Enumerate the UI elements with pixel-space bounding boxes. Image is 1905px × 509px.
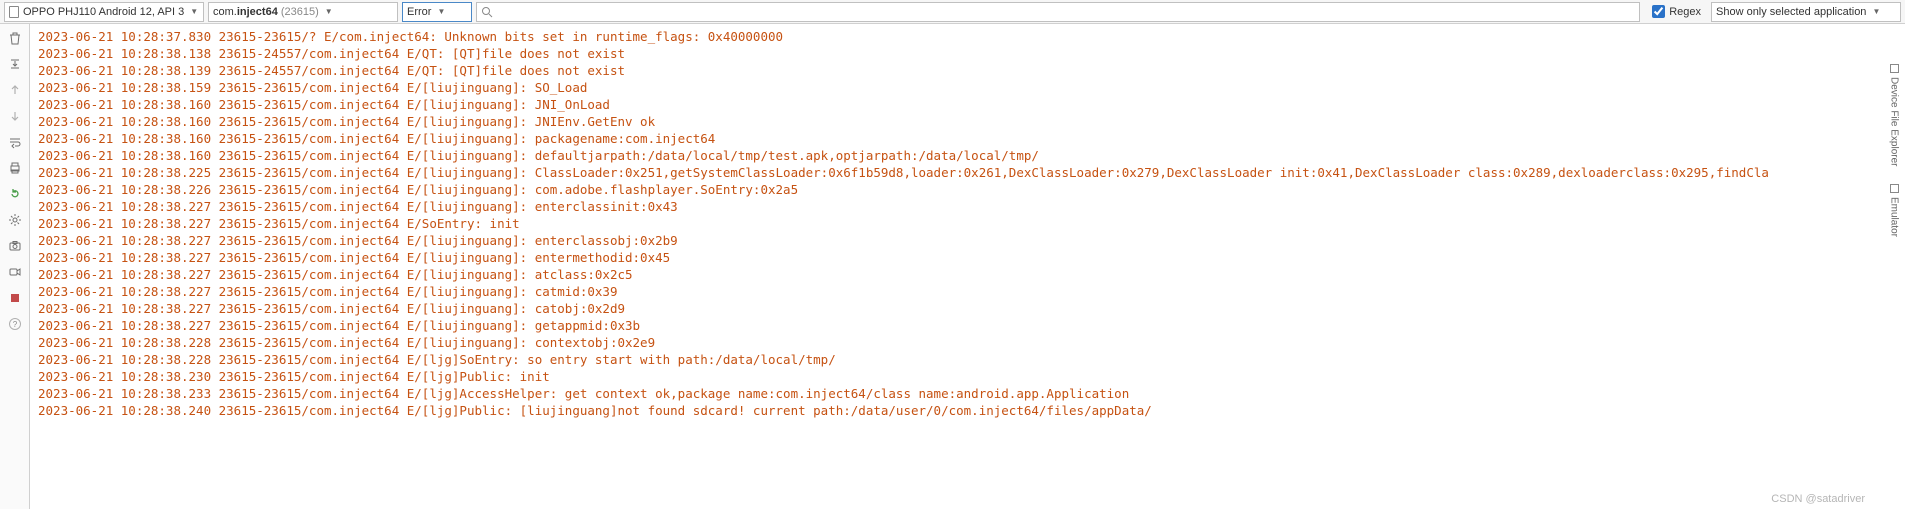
restart-icon[interactable]	[7, 186, 23, 202]
log-line[interactable]: 2023-06-21 10:28:38.227 23615-23615/com.…	[38, 317, 1905, 334]
folder-icon	[1890, 64, 1899, 73]
log-line[interactable]: 2023-06-21 10:28:38.160 23615-23615/com.…	[38, 130, 1905, 147]
log-line[interactable]: 2023-06-21 10:28:38.159 23615-23615/com.…	[38, 79, 1905, 96]
log-line[interactable]: 2023-06-21 10:28:38.228 23615-23615/com.…	[38, 351, 1905, 368]
screenshot-icon[interactable]	[7, 238, 23, 254]
watermark: CSDN @satadriver	[1771, 493, 1865, 505]
chevron-down-icon: ▼	[1872, 7, 1880, 16]
print-icon[interactable]	[7, 160, 23, 176]
svg-text:?: ?	[12, 320, 17, 329]
stop-icon[interactable]	[7, 290, 23, 306]
search-icon	[481, 6, 493, 18]
help-icon[interactable]: ?	[7, 316, 23, 332]
log-level-selector[interactable]: Error ▼	[402, 2, 472, 22]
device-label: OPPO PHJ110 Android 12, API 3	[23, 6, 184, 18]
chevron-down-icon: ▼	[190, 7, 198, 16]
log-line[interactable]: 2023-06-21 10:28:38.227 23615-23615/com.…	[38, 249, 1905, 266]
log-line[interactable]: 2023-06-21 10:28:38.138 23615-24557/com.…	[38, 45, 1905, 62]
regex-checkbox[interactable]: Regex	[1652, 5, 1701, 18]
tab-device-file-explorer[interactable]: Device File Explorer	[1889, 64, 1900, 166]
chevron-down-icon: ▼	[437, 7, 445, 16]
log-line[interactable]: 2023-06-21 10:28:38.230 23615-23615/com.…	[38, 368, 1905, 385]
logcat-gutter: ?	[0, 24, 30, 509]
device-icon	[1890, 184, 1899, 193]
down-icon[interactable]	[7, 108, 23, 124]
scroll-end-icon[interactable]	[7, 56, 23, 72]
log-line[interactable]: 2023-06-21 10:28:38.139 23615-24557/com.…	[38, 62, 1905, 79]
search-input[interactable]	[476, 2, 1640, 22]
screen-record-icon[interactable]	[7, 264, 23, 280]
right-tool-tabs: Device File Explorer Emulator	[1883, 24, 1905, 238]
process-selector[interactable]: com.inject64 (23615) ▼	[208, 2, 398, 22]
filter-scope-label: Show only selected application	[1716, 6, 1866, 18]
soft-wrap-icon[interactable]	[7, 134, 23, 150]
log-line[interactable]: 2023-06-21 10:28:38.227 23615-23615/com.…	[38, 283, 1905, 300]
log-line[interactable]: 2023-06-21 10:28:38.160 23615-23615/com.…	[38, 113, 1905, 130]
log-level-label: Error	[407, 6, 431, 18]
log-line[interactable]: 2023-06-21 10:28:38.225 23615-23615/com.…	[38, 164, 1905, 181]
log-line[interactable]: 2023-06-21 10:28:38.226 23615-23615/com.…	[38, 181, 1905, 198]
regex-label: Regex	[1669, 6, 1701, 18]
log-line[interactable]: 2023-06-21 10:28:38.160 23615-23615/com.…	[38, 96, 1905, 113]
device-icon	[9, 6, 19, 18]
process-label: com.inject64 (23615)	[213, 6, 319, 18]
up-icon[interactable]	[7, 82, 23, 98]
log-line[interactable]: 2023-06-21 10:28:38.227 23615-23615/com.…	[38, 266, 1905, 283]
log-line[interactable]: 2023-06-21 10:28:38.227 23615-23615/com.…	[38, 300, 1905, 317]
log-line[interactable]: 2023-06-21 10:28:38.228 23615-23615/com.…	[38, 334, 1905, 351]
search-field[interactable]	[497, 6, 1635, 18]
device-selector[interactable]: OPPO PHJ110 Android 12, API 3 ▼	[4, 2, 204, 22]
regex-checkbox-input[interactable]	[1652, 5, 1665, 18]
tab-emulator[interactable]: Emulator	[1889, 184, 1900, 237]
trash-icon[interactable]	[7, 30, 23, 46]
logcat-toolbar: OPPO PHJ110 Android 12, API 3 ▼ com.inje…	[0, 0, 1905, 24]
log-output[interactable]: 2023-06-21 10:28:37.830 23615-23615/? E/…	[30, 24, 1905, 509]
log-line[interactable]: 2023-06-21 10:28:38.160 23615-23615/com.…	[38, 147, 1905, 164]
log-line[interactable]: 2023-06-21 10:28:38.240 23615-23615/com.…	[38, 402, 1905, 419]
chevron-down-icon: ▼	[325, 7, 333, 16]
log-line[interactable]: 2023-06-21 10:28:37.830 23615-23615/? E/…	[38, 28, 1905, 45]
filter-scope-selector[interactable]: Show only selected application ▼	[1711, 2, 1901, 22]
log-line[interactable]: 2023-06-21 10:28:38.227 23615-23615/com.…	[38, 215, 1905, 232]
logcat-main: ? 2023-06-21 10:28:37.830 23615-23615/? …	[0, 24, 1905, 509]
log-line[interactable]: 2023-06-21 10:28:38.227 23615-23615/com.…	[38, 232, 1905, 249]
settings-icon[interactable]	[7, 212, 23, 228]
log-line[interactable]: 2023-06-21 10:28:38.233 23615-23615/com.…	[38, 385, 1905, 402]
log-line[interactable]: 2023-06-21 10:28:38.227 23615-23615/com.…	[38, 198, 1905, 215]
